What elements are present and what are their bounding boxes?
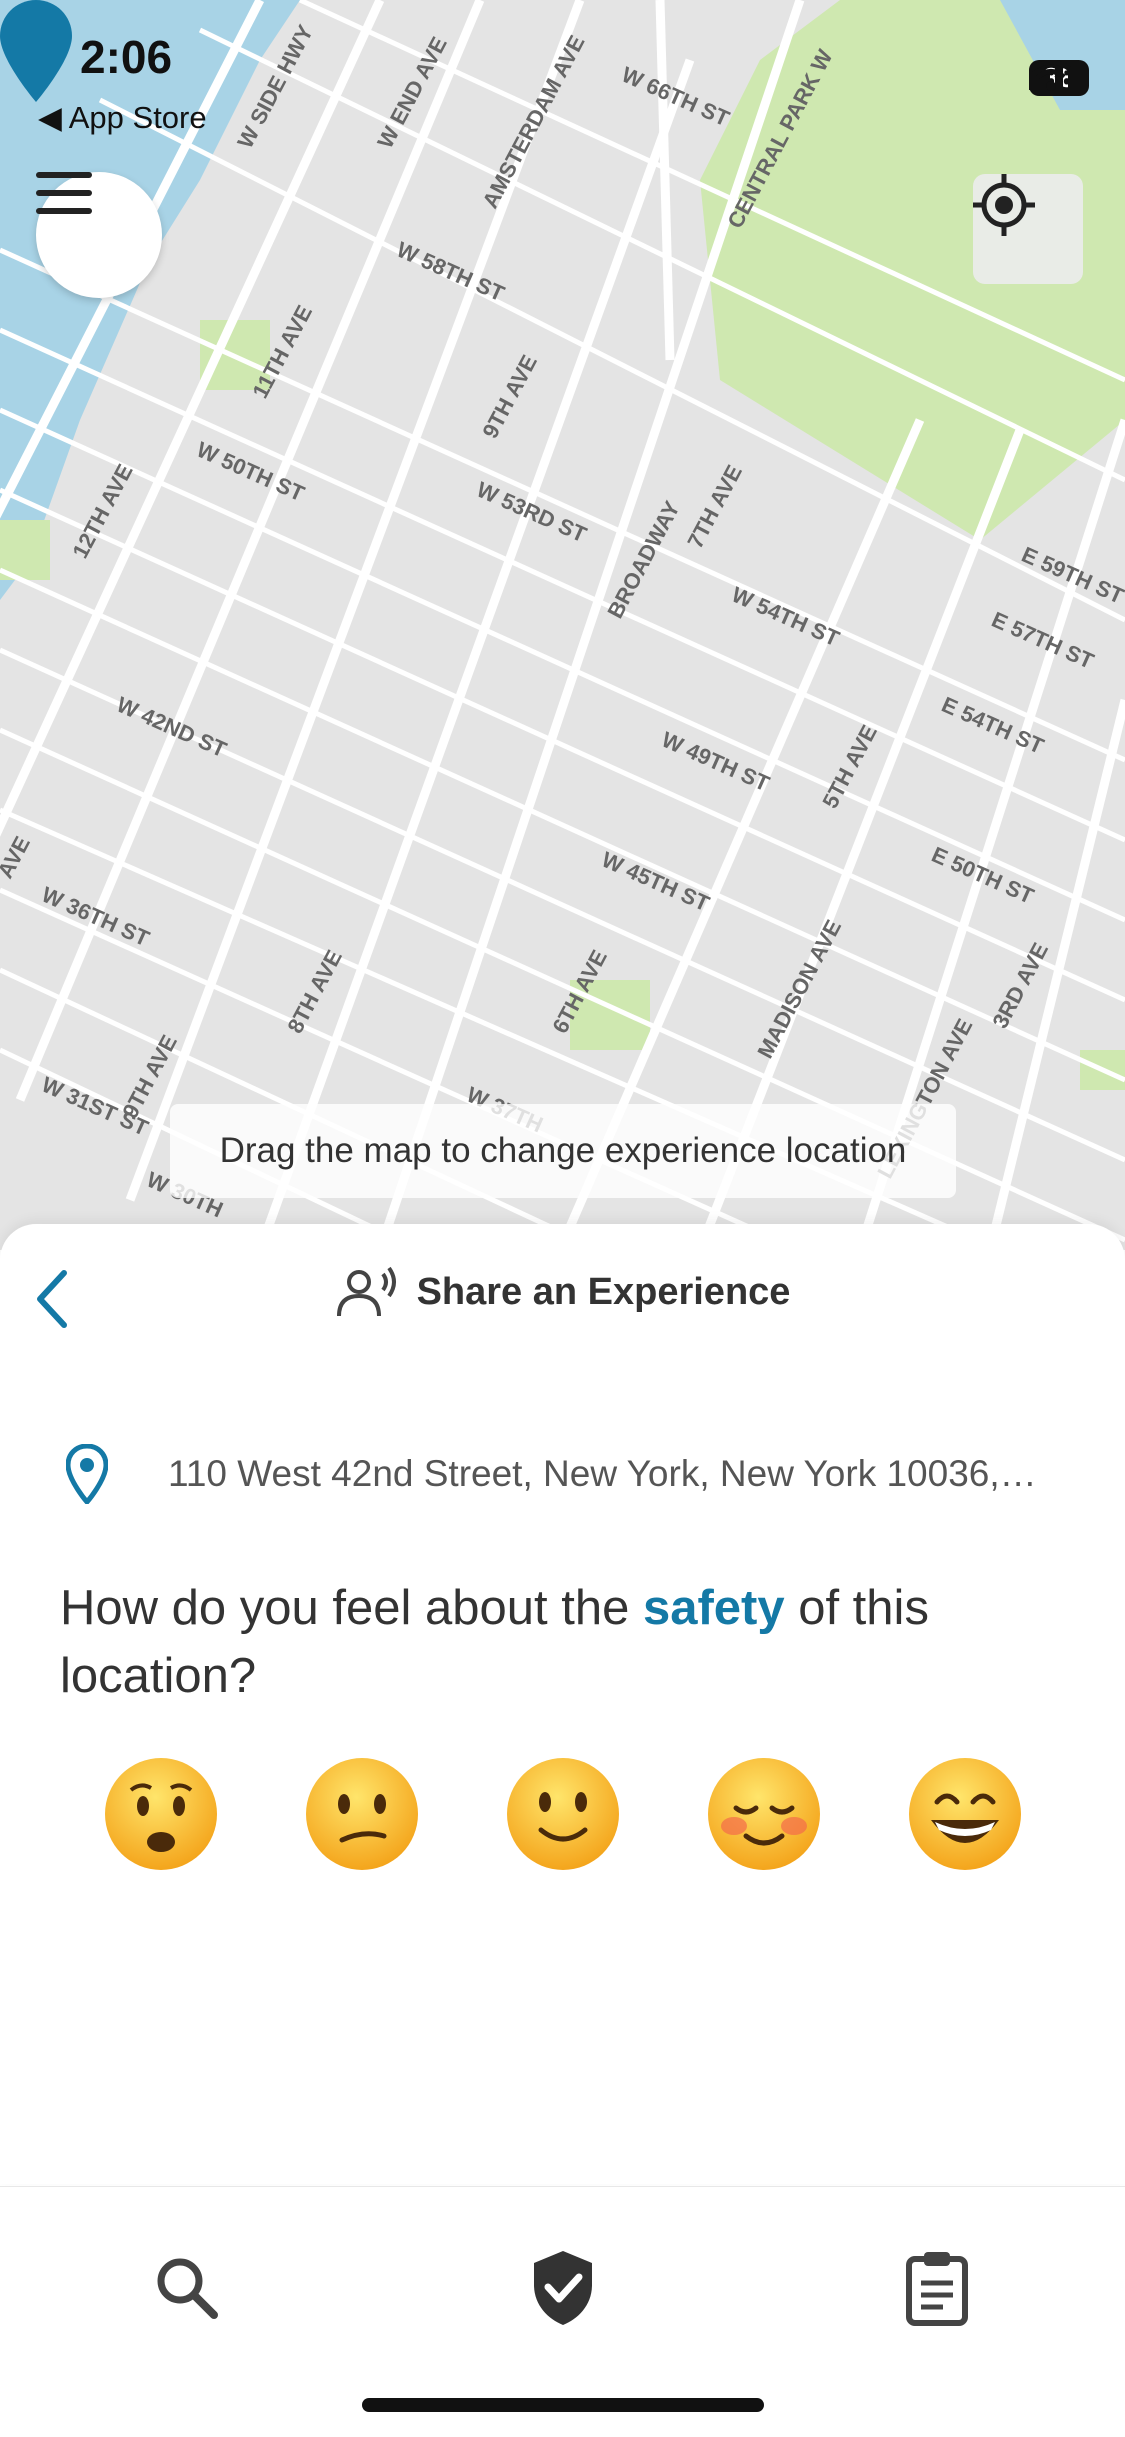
back-to-app-store-label: App Store xyxy=(68,100,207,135)
tab-search[interactable] xyxy=(132,2233,242,2343)
smiling-face-blush-icon xyxy=(707,1758,820,1870)
rating-beaming-grin-face[interactable] xyxy=(905,1754,1025,1874)
safety-question: How do you feel about the safety of this… xyxy=(60,1574,1060,1710)
person-speaking-icon xyxy=(336,1266,396,1317)
beaming-grin-face-icon xyxy=(908,1758,1021,1870)
sheet-header: Share an Experience xyxy=(0,1266,1125,1318)
crosshair-icon xyxy=(973,174,1035,236)
rating-anguished-face[interactable] xyxy=(101,1754,221,1874)
menu-button[interactable] xyxy=(36,172,162,298)
locate-me-button[interactable] xyxy=(973,174,1083,284)
shield-check-icon xyxy=(534,2251,592,2325)
tab-reports[interactable] xyxy=(882,2233,992,2343)
confused-face-icon xyxy=(305,1758,418,1870)
status-icons: 88 xyxy=(1029,60,1089,96)
home-indicator xyxy=(362,2398,764,2412)
anguished-face-icon xyxy=(104,1758,217,1870)
sheet-title: Share an Experience xyxy=(416,1270,791,1313)
address-field[interactable]: 110 West 42nd Street, New York, New York… xyxy=(66,1434,1076,1514)
map-canvas: W SIDE HWY W END AVE AMSTERDAM AVE W 66T… xyxy=(0,0,1125,1250)
tab-share-experience[interactable] xyxy=(508,2233,618,2343)
question-prefix: How do you feel about the xyxy=(60,1581,643,1635)
slightly-smiling-face-icon xyxy=(506,1758,619,1870)
share-experience-sheet: Share an Experience 110 West 42nd Street… xyxy=(0,1224,1125,2184)
rating-emoji-row xyxy=(0,1754,1125,1874)
map-view[interactable]: W SIDE HWY W END AVE AMSTERDAM AVE W 66T… xyxy=(0,0,1125,1250)
clipboard-icon xyxy=(906,2252,968,2326)
hamburger-icon xyxy=(36,172,92,214)
status-bar: 2:06 ◀ App Store 88 xyxy=(0,30,1125,150)
address-text: 110 West 42nd Street, New York, New York… xyxy=(168,1453,1037,1494)
rating-slightly-smiling-face[interactable] xyxy=(503,1754,623,1874)
question-highlight: safety xyxy=(642,1581,785,1635)
status-time: 2:06 xyxy=(80,31,173,83)
search-icon xyxy=(157,2258,218,2319)
location-pin-icon xyxy=(66,1444,108,1504)
rating-smiling-face-blush[interactable] xyxy=(704,1754,824,1874)
drag-map-hint: Drag the map to change experience locati… xyxy=(170,1104,956,1198)
map-pin-icon[interactable] xyxy=(0,0,72,102)
wifi-icon xyxy=(1029,60,1073,91)
rating-confused-face[interactable] xyxy=(302,1754,422,1874)
back-to-app-store[interactable]: ◀ App Store xyxy=(38,100,207,136)
